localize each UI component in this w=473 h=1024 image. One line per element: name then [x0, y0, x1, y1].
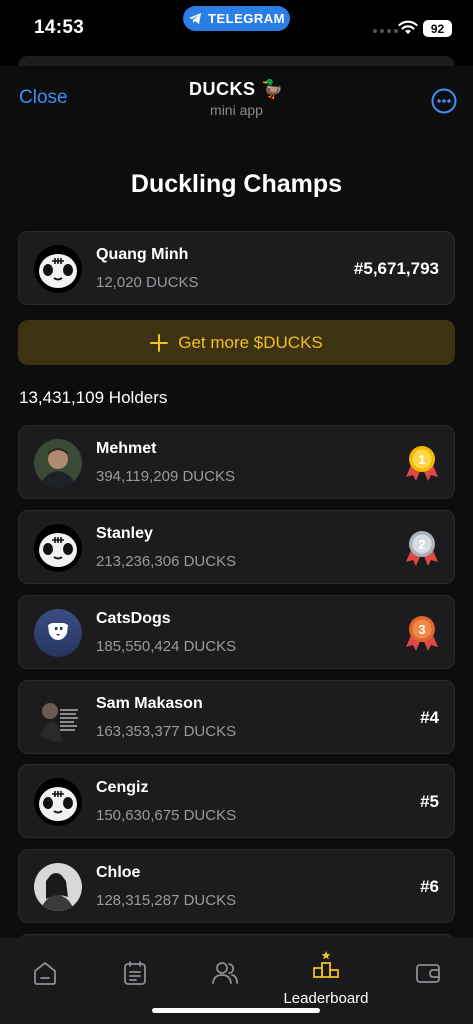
bronze-medal-icon: 3 [406, 616, 438, 651]
dog-avatar-icon [34, 609, 82, 657]
current-user-card[interactable]: Quang Minh 12,020 DUCKS #5,671,793 [18, 231, 455, 305]
holder-name: CatsDogs [96, 610, 171, 627]
holder-amount: 128,315,287 DUCKS [96, 892, 237, 909]
status-time: 14:53 [34, 17, 85, 38]
plus-icon [150, 333, 169, 352]
duck-avatar-icon [34, 245, 82, 293]
svg-text:1: 1 [418, 452, 425, 467]
holder-amount: 185,550,424 DUCKS [96, 638, 237, 655]
podium-icon [313, 951, 339, 978]
person-photo-icon [34, 439, 82, 487]
holder-name: Chloe [96, 864, 141, 881]
app-title: DUCKS 🦆 [189, 79, 284, 99]
avatar [34, 778, 82, 826]
avatar [34, 609, 82, 657]
list-item[interactable]: Stanley 213,236,306 DUCKS 2 [18, 510, 455, 584]
holders-count: 13,431,109 Holders [19, 388, 168, 407]
holder-rank: #4 [420, 708, 439, 727]
telegram-icon [189, 13, 202, 24]
home-indicator [152, 1008, 320, 1013]
nav-tasks[interactable] [113, 960, 157, 1000]
telegram-pill[interactable]: TELEGRAM [183, 6, 290, 31]
calendar-list-icon [124, 961, 146, 985]
silver-medal-icon: 2 [406, 531, 438, 566]
holder-name: Stanley [96, 525, 153, 542]
avatar [34, 245, 82, 293]
holder-amount: 394,119,209 DUCKS [96, 468, 235, 485]
avatar [34, 863, 82, 911]
user-rank: #5,671,793 [353, 259, 439, 278]
holder-name: Mehmet [96, 440, 157, 457]
person-photo-icon [34, 863, 82, 911]
holder-amount: 150,630,675 DUCKS [96, 807, 237, 824]
app-subtitle: mini app [210, 102, 263, 118]
svg-text:2: 2 [418, 537, 425, 552]
nav-leaderboard-label[interactable]: Leaderboard [270, 990, 382, 1007]
main-content: Duckling Champs Quang Minh 12,020 DUCKS … [0, 130, 473, 954]
holder-amount: 163,353,377 DUCKS [96, 723, 237, 740]
wallet-icon [416, 964, 440, 983]
get-more-ducks-button[interactable]: Get more $DUCKS [18, 320, 455, 365]
telegram-label: TELEGRAM [208, 11, 285, 26]
list-item[interactable]: Mehmet 394,119,209 DUCKS 1 [18, 425, 455, 499]
avatar [34, 694, 82, 742]
user-name: Quang Minh [96, 246, 189, 263]
users-icon [212, 962, 238, 984]
svg-text:3: 3 [418, 622, 425, 637]
duck-avatar-icon [34, 778, 82, 826]
more-options-icon[interactable] [431, 88, 457, 114]
wifi-icon [398, 20, 418, 34]
home-icon [34, 962, 56, 985]
list-item[interactable]: CatsDogs 185,550,424 DUCKS 3 [18, 595, 455, 669]
user-amount: 12,020 DUCKS [96, 274, 199, 291]
duck-avatar-icon [34, 524, 82, 572]
page-title: Duckling Champs [130, 170, 343, 198]
holder-name: Cengiz [96, 779, 149, 796]
nav-leaderboard[interactable] [304, 950, 348, 990]
list-item[interactable]: Chloe 128,315,287 DUCKS #6 [18, 849, 455, 923]
holder-rank: #5 [420, 792, 439, 811]
person-photo-icon [34, 694, 82, 742]
status-bar: 14:53 TELEGRAM 92 [0, 0, 473, 56]
holder-rank: #6 [420, 877, 439, 896]
list-item[interactable]: Cengiz 150,630,675 DUCKS #5 [18, 764, 455, 838]
app-header: Close DUCKS 🦆 mini app [0, 66, 473, 130]
avatar [34, 439, 82, 487]
holder-name: Sam Makason [96, 695, 203, 712]
nav-home[interactable] [23, 960, 67, 1000]
nav-wallet[interactable] [406, 960, 450, 1000]
avatar [34, 524, 82, 572]
gold-medal-icon: 1 [406, 446, 438, 481]
nav-friends[interactable] [203, 960, 247, 1000]
battery-indicator: 92 [423, 20, 452, 37]
holder-amount: 213,236,306 DUCKS [96, 553, 237, 570]
list-item[interactable]: Sam Makason 163,353,377 DUCKS #4 [18, 680, 455, 754]
get-more-label: Get more $DUCKS [178, 332, 323, 352]
signal-icon [373, 29, 398, 33]
